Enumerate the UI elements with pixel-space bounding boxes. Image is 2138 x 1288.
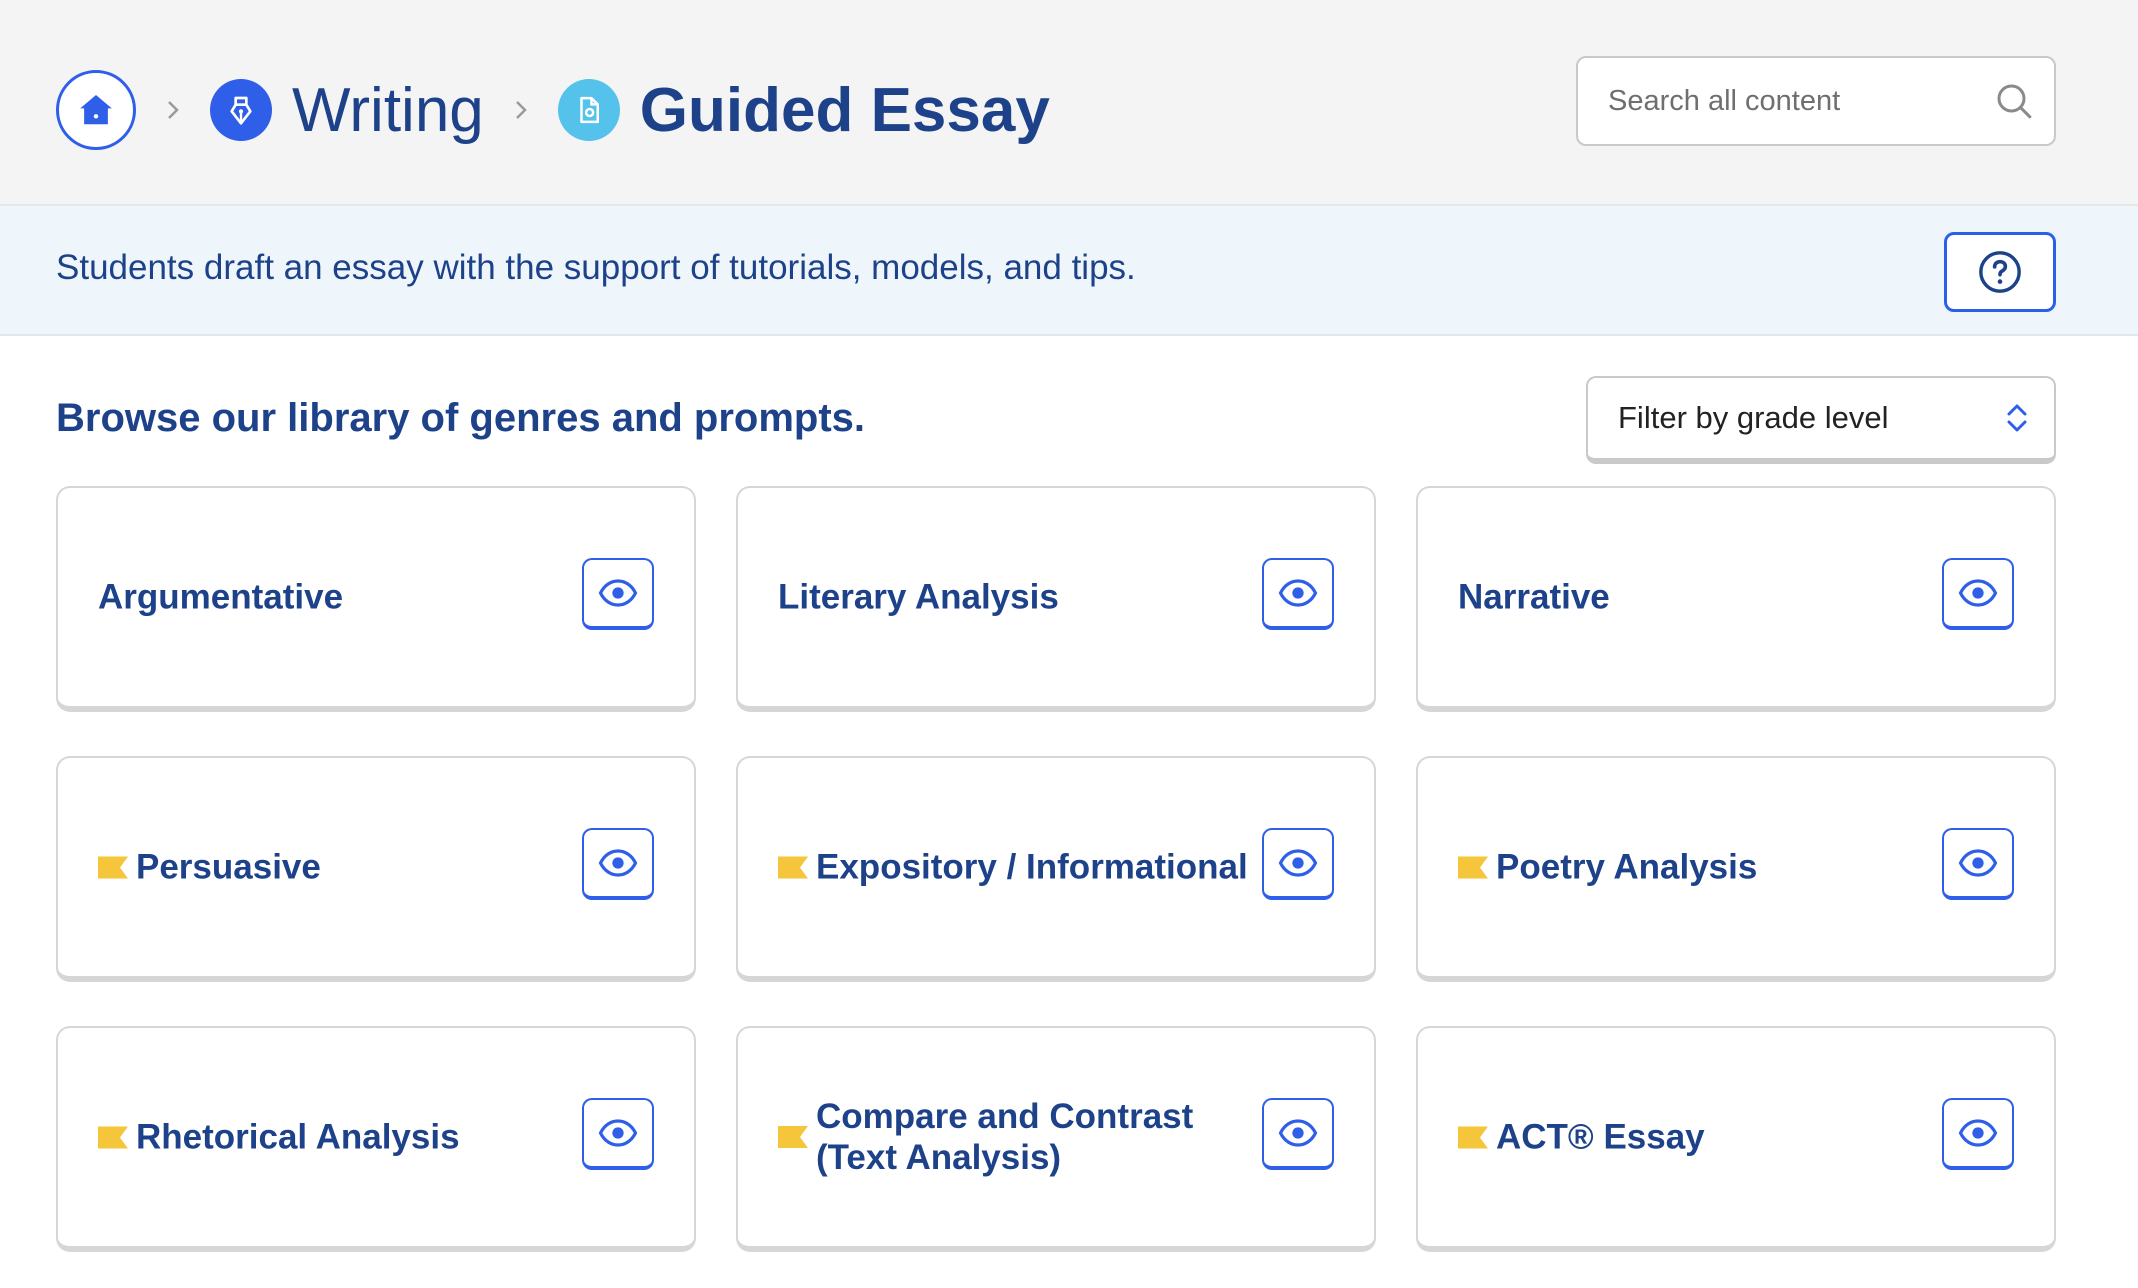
description-banner: Students draft an essay with the support… <box>0 206 2138 336</box>
card-title: Literary Analysis <box>778 577 1059 617</box>
sort-updown-icon <box>2007 404 2027 432</box>
genre-card[interactable]: Narrative <box>1416 486 2056 712</box>
library-heading: Browse our library of genres and prompts… <box>56 396 866 440</box>
card-label: Compare and Contrast (Text Analysis) <box>778 1096 1248 1178</box>
preview-button[interactable] <box>1942 1098 2014 1170</box>
home-icon <box>80 94 112 125</box>
card-title: Rhetorical Analysis <box>136 1117 460 1157</box>
card-title: Expository / Informational <box>816 847 1248 887</box>
card-label: ACT® Essay <box>1458 1117 1705 1158</box>
genre-card[interactable]: Argumentative <box>56 486 696 712</box>
card-label: Persuasive <box>98 847 321 888</box>
flag-icon <box>778 1126 808 1148</box>
pen-nib-icon <box>210 79 272 141</box>
card-title: ACT® Essay <box>1496 1117 1705 1157</box>
genre-card[interactable]: Poetry Analysis <box>1416 756 2056 982</box>
flag-icon <box>98 856 128 878</box>
flag-icon <box>778 856 808 878</box>
genre-card[interactable]: Expository / Informational <box>736 756 1376 982</box>
page-title: Guided Essay <box>639 75 1050 145</box>
flag-icon <box>1458 1126 1488 1148</box>
preview-button[interactable] <box>1262 828 1334 900</box>
flag-icon <box>98 1126 128 1148</box>
chevron-right-icon <box>162 99 184 121</box>
eye-icon <box>1958 579 1998 607</box>
banner-text: Students draft an essay with the support… <box>56 248 1136 287</box>
eye-icon <box>598 1119 638 1147</box>
preview-button[interactable] <box>1942 828 2014 900</box>
preview-button[interactable] <box>582 1098 654 1170</box>
card-title: Narrative <box>1458 577 1610 617</box>
card-label: Rhetorical Analysis <box>98 1117 460 1158</box>
card-label: Argumentative <box>98 577 343 618</box>
document-icon <box>557 79 620 141</box>
search-icon[interactable] <box>1994 81 2034 121</box>
help-button[interactable] <box>1944 232 2056 312</box>
breadcrumb-writing[interactable]: Writing <box>292 75 484 146</box>
genre-grid: Argumentative Literary Analysis Narrative P… <box>56 486 2056 1252</box>
preview-button[interactable] <box>582 558 654 630</box>
eye-icon <box>1958 1119 1998 1147</box>
genre-card[interactable]: Compare and Contrast (Text Analysis) <box>736 1026 1376 1252</box>
grade-level-filter[interactable]: Filter by grade level <box>1586 376 2056 464</box>
card-label: Narrative <box>1458 577 1610 618</box>
genre-card[interactable]: Persuasive <box>56 756 696 982</box>
genre-card[interactable]: Literary Analysis <box>736 486 1376 712</box>
eye-icon <box>598 579 638 607</box>
chevron-right-icon <box>510 99 532 121</box>
search-input[interactable] <box>1608 84 1994 118</box>
card-label: Expository / Informational <box>778 847 1248 888</box>
flag-icon <box>1458 856 1488 878</box>
card-title: Argumentative <box>98 577 344 617</box>
filter-label: Filter by grade level <box>1618 400 1889 435</box>
search-box[interactable] <box>1576 56 2056 146</box>
preview-button[interactable] <box>582 828 654 900</box>
preview-button[interactable] <box>1942 558 2014 630</box>
eye-icon <box>1278 1119 1318 1147</box>
home-button[interactable] <box>56 70 136 150</box>
card-label: Poetry Analysis <box>1458 847 1757 888</box>
eye-icon <box>1958 849 1998 877</box>
preview-button[interactable] <box>1262 558 1334 630</box>
eye-icon <box>1278 849 1318 877</box>
page-header: Writing Guided Essay <box>0 0 2138 206</box>
card-title: Poetry Analysis <box>1496 847 1758 887</box>
question-circle-icon <box>1979 251 2021 293</box>
genre-card[interactable]: Rhetorical Analysis <box>56 1026 696 1252</box>
breadcrumb: Writing Guided Essay <box>56 70 1050 150</box>
card-label: Literary Analysis <box>778 577 1059 618</box>
preview-button[interactable] <box>1262 1098 1334 1170</box>
eye-icon <box>598 849 638 877</box>
eye-icon <box>1278 579 1318 607</box>
card-title: Persuasive <box>136 847 321 887</box>
genre-card[interactable]: ACT® Essay <box>1416 1026 2056 1252</box>
card-title: Compare and Contrast (Text Analysis) <box>816 1097 1194 1177</box>
